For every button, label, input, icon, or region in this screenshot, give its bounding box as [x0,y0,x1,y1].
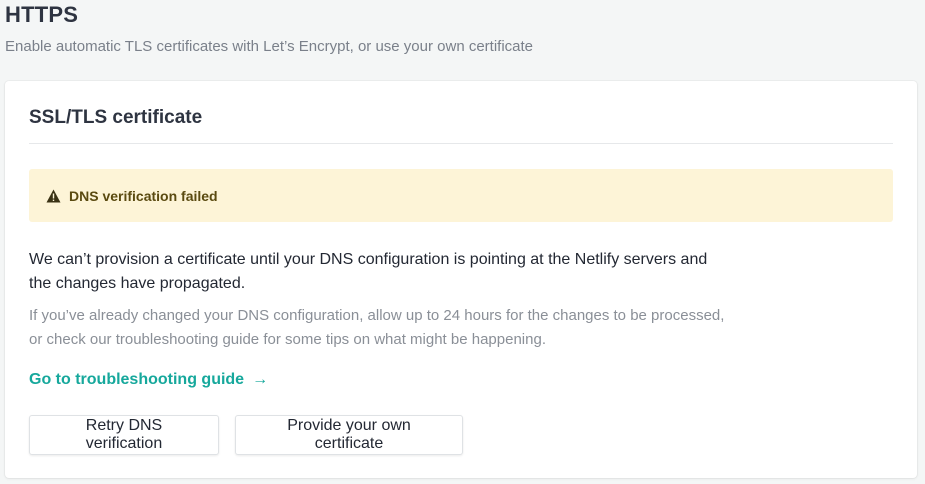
section-title: HTTPS [5,2,79,27]
retry-dns-verification-button[interactable]: Retry DNS verification [29,415,219,455]
provision-message: We can’t provision a certificate until y… [29,251,708,292]
warning-icon [45,188,61,204]
https-settings-page: HTTPS Enable automatic TLS certificates … [0,0,925,484]
provide-own-certificate-button[interactable]: Provide your own certificate [235,415,463,455]
card-divider [29,143,893,144]
dns-verification-alert: DNS verification failed [29,169,893,222]
section-subtitle: Enable automatic TLS certificates with L… [5,38,534,55]
help-message: If you’ve already changed your DNS confi… [29,307,725,348]
card-title: SSL/TLS certificate [29,107,203,128]
troubleshooting-guide-label: Go to troubleshooting guide [29,371,245,388]
arrow-right-icon: → [252,371,269,388]
troubleshooting-guide-link[interactable]: Go to troubleshooting guide → [29,371,268,389]
alert-text: DNS verification failed [69,187,218,204]
ssl-certificate-card: SSL/TLS certificate DNS verification fai… [5,81,917,478]
